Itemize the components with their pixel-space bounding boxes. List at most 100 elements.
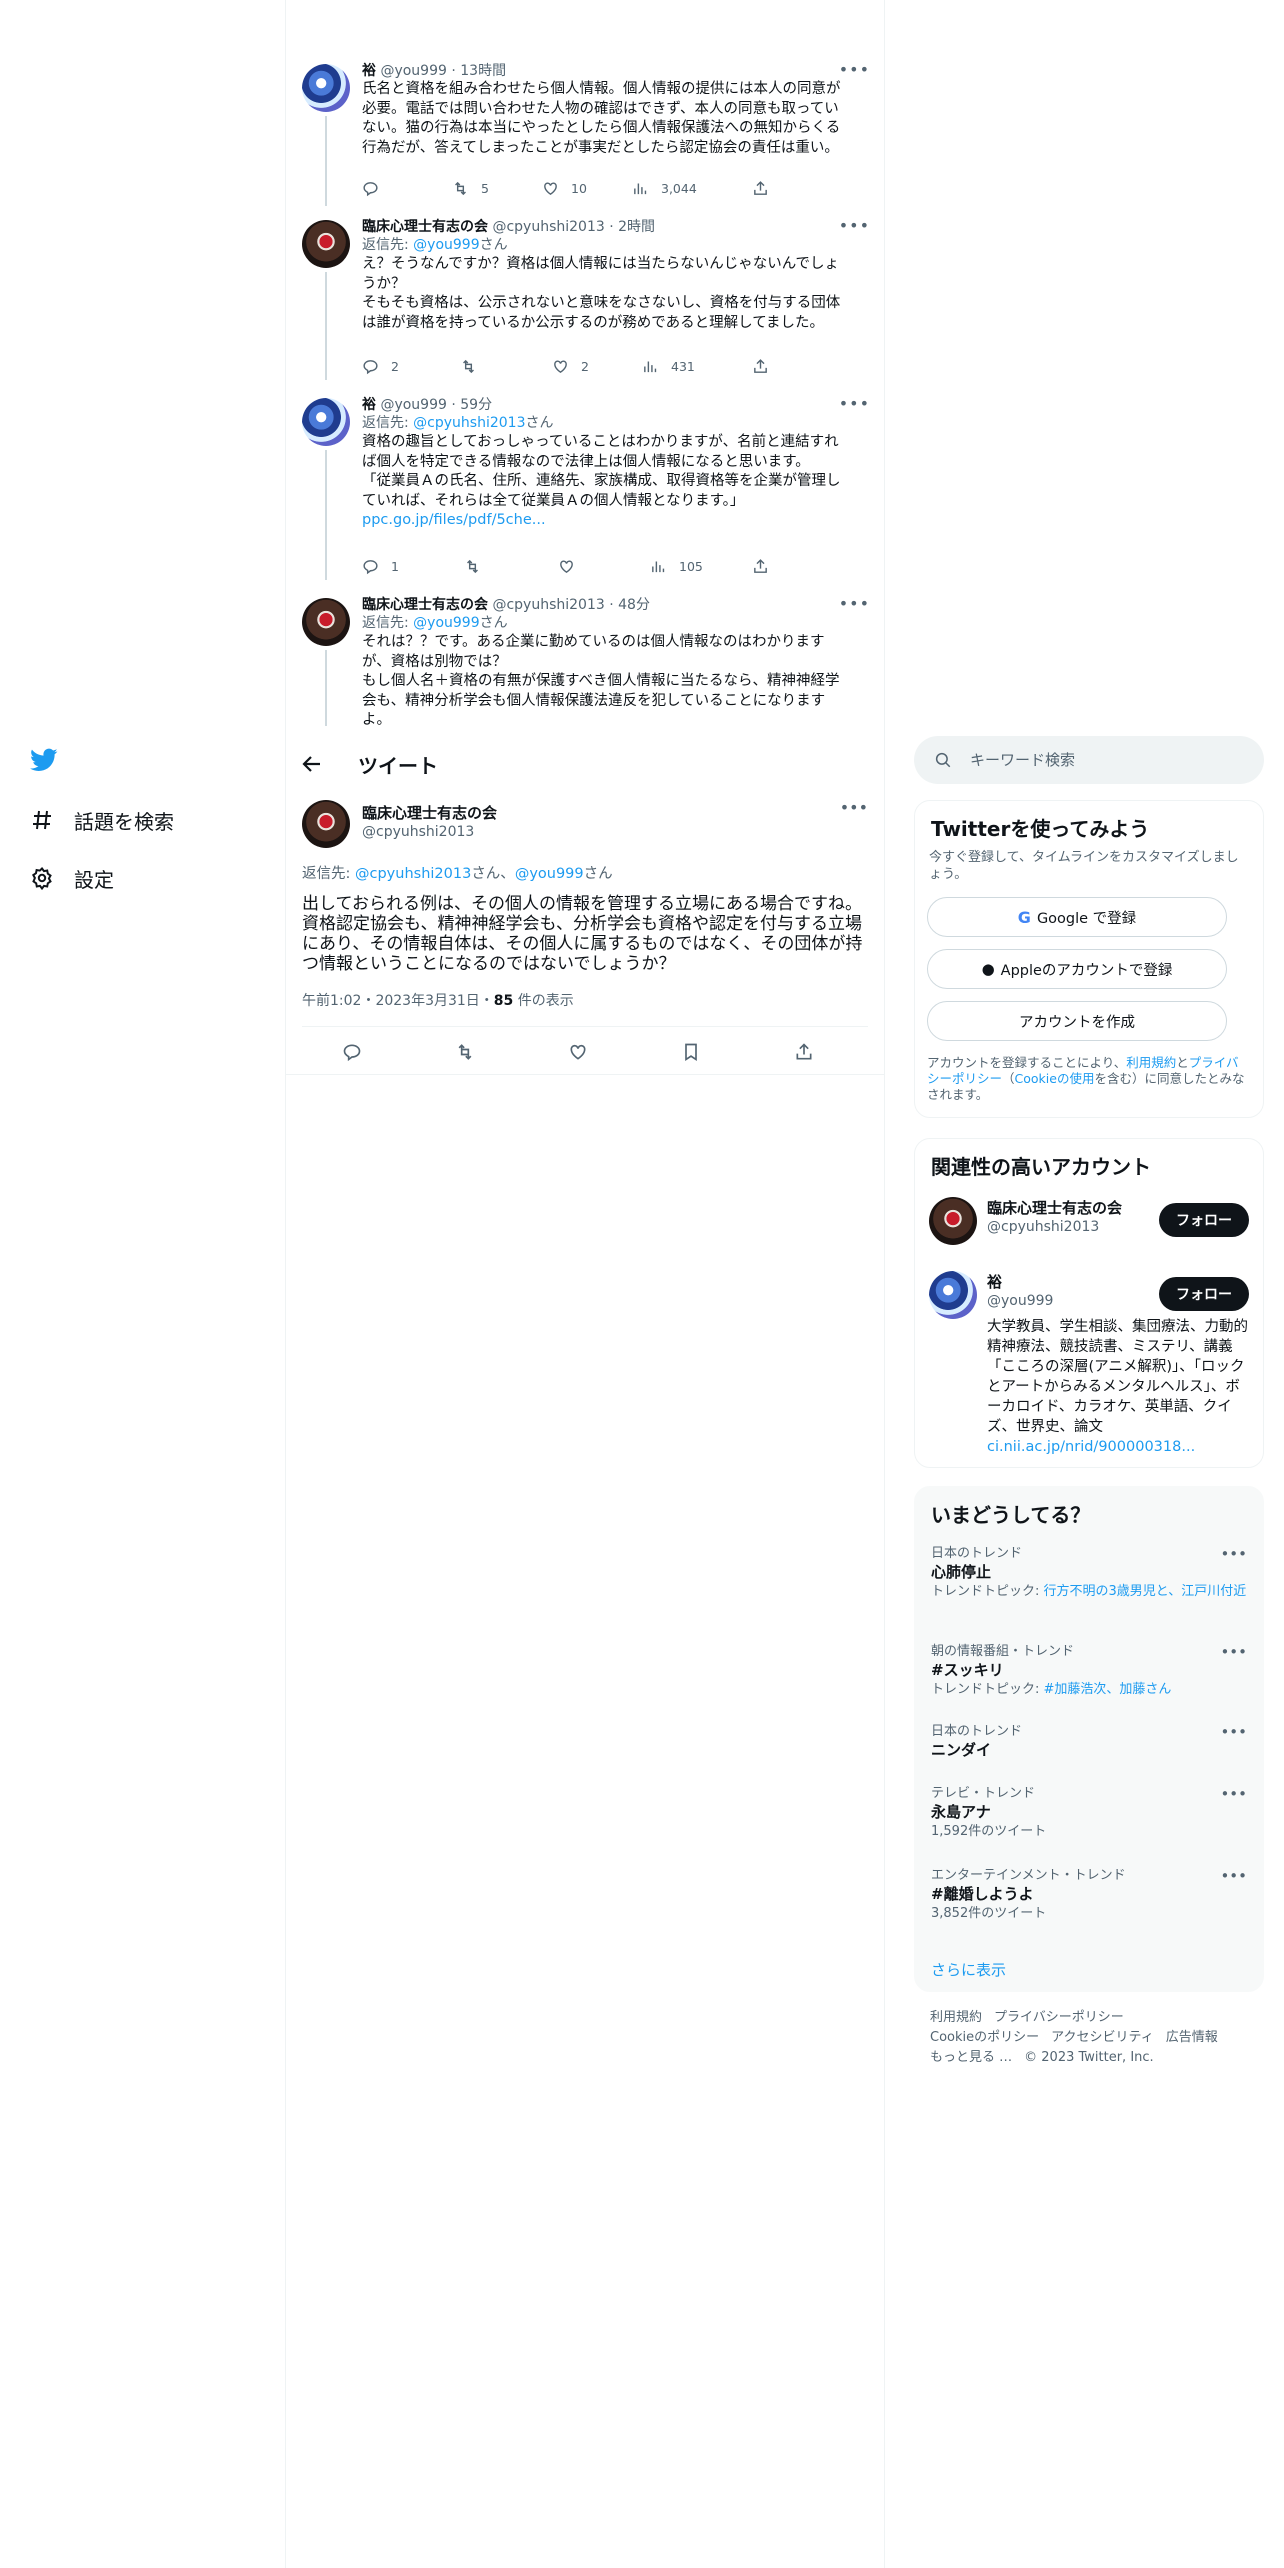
trend-context: エンターテインメント・トレンド (931, 1868, 1126, 1883)
more-icon[interactable]: ••• (1220, 1785, 1247, 1803)
tweet-actions: 2 2 431 (362, 358, 802, 378)
mention-link[interactable]: @you999 (413, 237, 479, 253)
author-handle: @you999 (380, 397, 447, 413)
bio-link[interactable]: ci.nii.ac.jp/nrid/900000318... (987, 1439, 1195, 1455)
footer-cookie[interactable]: Cookieのポリシー (930, 2030, 1039, 2045)
tweet-meta: 午前1:02・2023年3月31日・85 件の表示 (302, 993, 574, 1009)
trend-item[interactable]: 日本のトレンド 心肺停止 トレンドトピック: 行方不明の3歳男児と、江戸川付近 … (931, 1545, 1247, 1600)
more-icon[interactable]: ••• (839, 216, 870, 235)
avatar[interactable] (302, 800, 350, 848)
reply-button[interactable] (362, 180, 391, 197)
avatar[interactable] (929, 1271, 977, 1319)
mention-link[interactable]: @you999 (515, 866, 584, 882)
show-more-link[interactable]: さらに表示 (931, 1959, 1006, 1980)
footer-ads[interactable]: 広告情報 (1166, 2030, 1218, 2045)
views-button[interactable]: 105 (650, 558, 703, 575)
tweet-actions (302, 1036, 868, 1070)
author-name: 裕 (362, 63, 376, 79)
reply-icon (363, 182, 378, 197)
avatar[interactable] (929, 1197, 977, 1245)
trend-item[interactable]: 日本のトレンド ニンダイ ••• (931, 1723, 1247, 1761)
author-name: 臨床心理士有志の会 (362, 597, 488, 613)
retweet-button[interactable] (464, 558, 493, 575)
trend-item[interactable]: テレビ・トレンド 永島アナ 1,592件のツイート ••• (931, 1785, 1247, 1840)
like-button[interactable] (558, 558, 587, 575)
like-button[interactable]: 10 (542, 180, 587, 197)
retweet-icon (467, 559, 478, 574)
follow-button[interactable]: フォロー (1159, 1203, 1249, 1237)
retweet-button[interactable] (460, 358, 489, 375)
google-signup-button[interactable]: G Google で登録 (927, 897, 1227, 937)
reply-button[interactable]: 2 (362, 358, 399, 375)
retweet-button[interactable] (455, 1042, 475, 1062)
twitter-logo-icon[interactable] (28, 746, 60, 774)
cookie-link[interactable]: Cookieの使用 (1015, 1071, 1095, 1086)
more-icon[interactable]: ••• (1220, 1867, 1247, 1885)
create-account-button[interactable]: アカウントを作成 (927, 1001, 1227, 1041)
share-icon (754, 359, 767, 373)
tweet-time: 13時間 (460, 63, 507, 79)
like-button[interactable] (568, 1042, 588, 1062)
more-icon[interactable]: ••• (839, 60, 870, 79)
like-icon (544, 182, 557, 196)
footer-terms[interactable]: 利用規約 (930, 2010, 982, 2025)
author-name[interactable]: 臨床心理士有志の会 (362, 802, 497, 823)
share-button[interactable] (752, 358, 769, 375)
avatar[interactable] (302, 220, 350, 268)
more-icon[interactable]: ••• (1220, 1723, 1247, 1741)
tweet-text: 資格の趣旨としておっしゃっていることはわかりますが、名前と連結すれ ば個人を特定… (362, 434, 841, 509)
reply-button[interactable]: 1 (362, 558, 399, 575)
account-row[interactable]: 臨床心理士有志の会 @cpyuhshi2013 フォロー (929, 1197, 1249, 1253)
signup-legal: アカウントを登録することにより、利用規約とプライバシーポリシー（Cookieの使… (927, 1055, 1245, 1102)
avatar[interactable] (302, 598, 350, 646)
tweet-time: 48分 (618, 597, 650, 613)
trend-item[interactable]: 朝の情報番組・トレンド #スッキリ トレンドトピック: #加藤浩次、加藤さん •… (931, 1643, 1247, 1698)
tweet-header: 裕 @you999 · 13時間 (362, 63, 507, 79)
mention-link[interactable]: @you999 (413, 615, 479, 631)
search-input[interactable] (970, 748, 1240, 772)
apple-signup-button[interactable]: ● Appleのアカウントで登録 (927, 949, 1227, 989)
search-box[interactable] (914, 736, 1264, 784)
nav-explore[interactable]: 話題を検索 (28, 800, 174, 840)
signup-title: Twitterを使ってみよう (931, 817, 1150, 841)
terms-link[interactable]: 利用規約 (1126, 1055, 1176, 1070)
more-icon[interactable]: ••• (839, 594, 870, 613)
share-button[interactable] (752, 180, 769, 197)
more-icon[interactable]: ••• (839, 394, 870, 413)
tweet-timestamp[interactable]: 午前1:02・2023年3月31日・ (302, 993, 494, 1009)
thread-connector (325, 450, 327, 580)
retweet-button[interactable]: 5 (452, 180, 489, 197)
account-row[interactable]: 裕 @you999 フォロー 大学教員、学生相談、集団療法、力動的精神療法、競技… (929, 1271, 1249, 1461)
bookmark-button[interactable] (681, 1042, 701, 1062)
more-icon[interactable]: ••• (840, 798, 868, 817)
like-button[interactable]: 2 (552, 358, 589, 375)
share-icon (754, 181, 767, 195)
avatar[interactable] (302, 398, 350, 446)
footer-privacy[interactable]: プライバシーポリシー (994, 2010, 1124, 2025)
follow-button[interactable]: フォロー (1159, 1277, 1249, 1311)
more-icon[interactable]: ••• (1220, 1545, 1247, 1563)
views-icon (652, 561, 665, 573)
author-handle[interactable]: @cpyuhshi2013 (362, 824, 474, 840)
hashtag-icon (28, 806, 56, 834)
reply-button[interactable] (342, 1042, 362, 1062)
back-arrow-icon[interactable] (300, 752, 324, 776)
views-button[interactable]: 431 (642, 358, 695, 375)
more-icon[interactable]: ••• (1220, 1643, 1247, 1661)
footer-accessibility[interactable]: アクセシビリティ (1051, 2030, 1154, 2045)
mention-link[interactable]: @cpyuhshi2013 (413, 415, 525, 431)
mention-link[interactable]: @cpyuhshi2013 (355, 866, 471, 882)
nav-settings[interactable]: 設定 (28, 858, 114, 898)
footer-more[interactable]: もっと見る … (930, 2050, 1012, 2065)
trend-count: 3,852件のツイート (931, 1906, 1047, 1921)
page-title: ツイート (358, 754, 438, 778)
trend-item[interactable]: エンターテインメント・トレンド #離婚しようよ 3,852件のツイート ••• (931, 1867, 1247, 1922)
share-button[interactable] (752, 558, 769, 575)
trend-context: 日本のトレンド (931, 1724, 1023, 1739)
author-name: 裕 (362, 397, 376, 413)
tweet-link[interactable]: ppc.go.jp/files/pdf/5che... (362, 511, 870, 531)
views-button[interactable]: 3,044 (632, 180, 697, 197)
share-button[interactable] (794, 1042, 814, 1062)
avatar[interactable] (302, 64, 350, 112)
like-icon (560, 560, 573, 574)
